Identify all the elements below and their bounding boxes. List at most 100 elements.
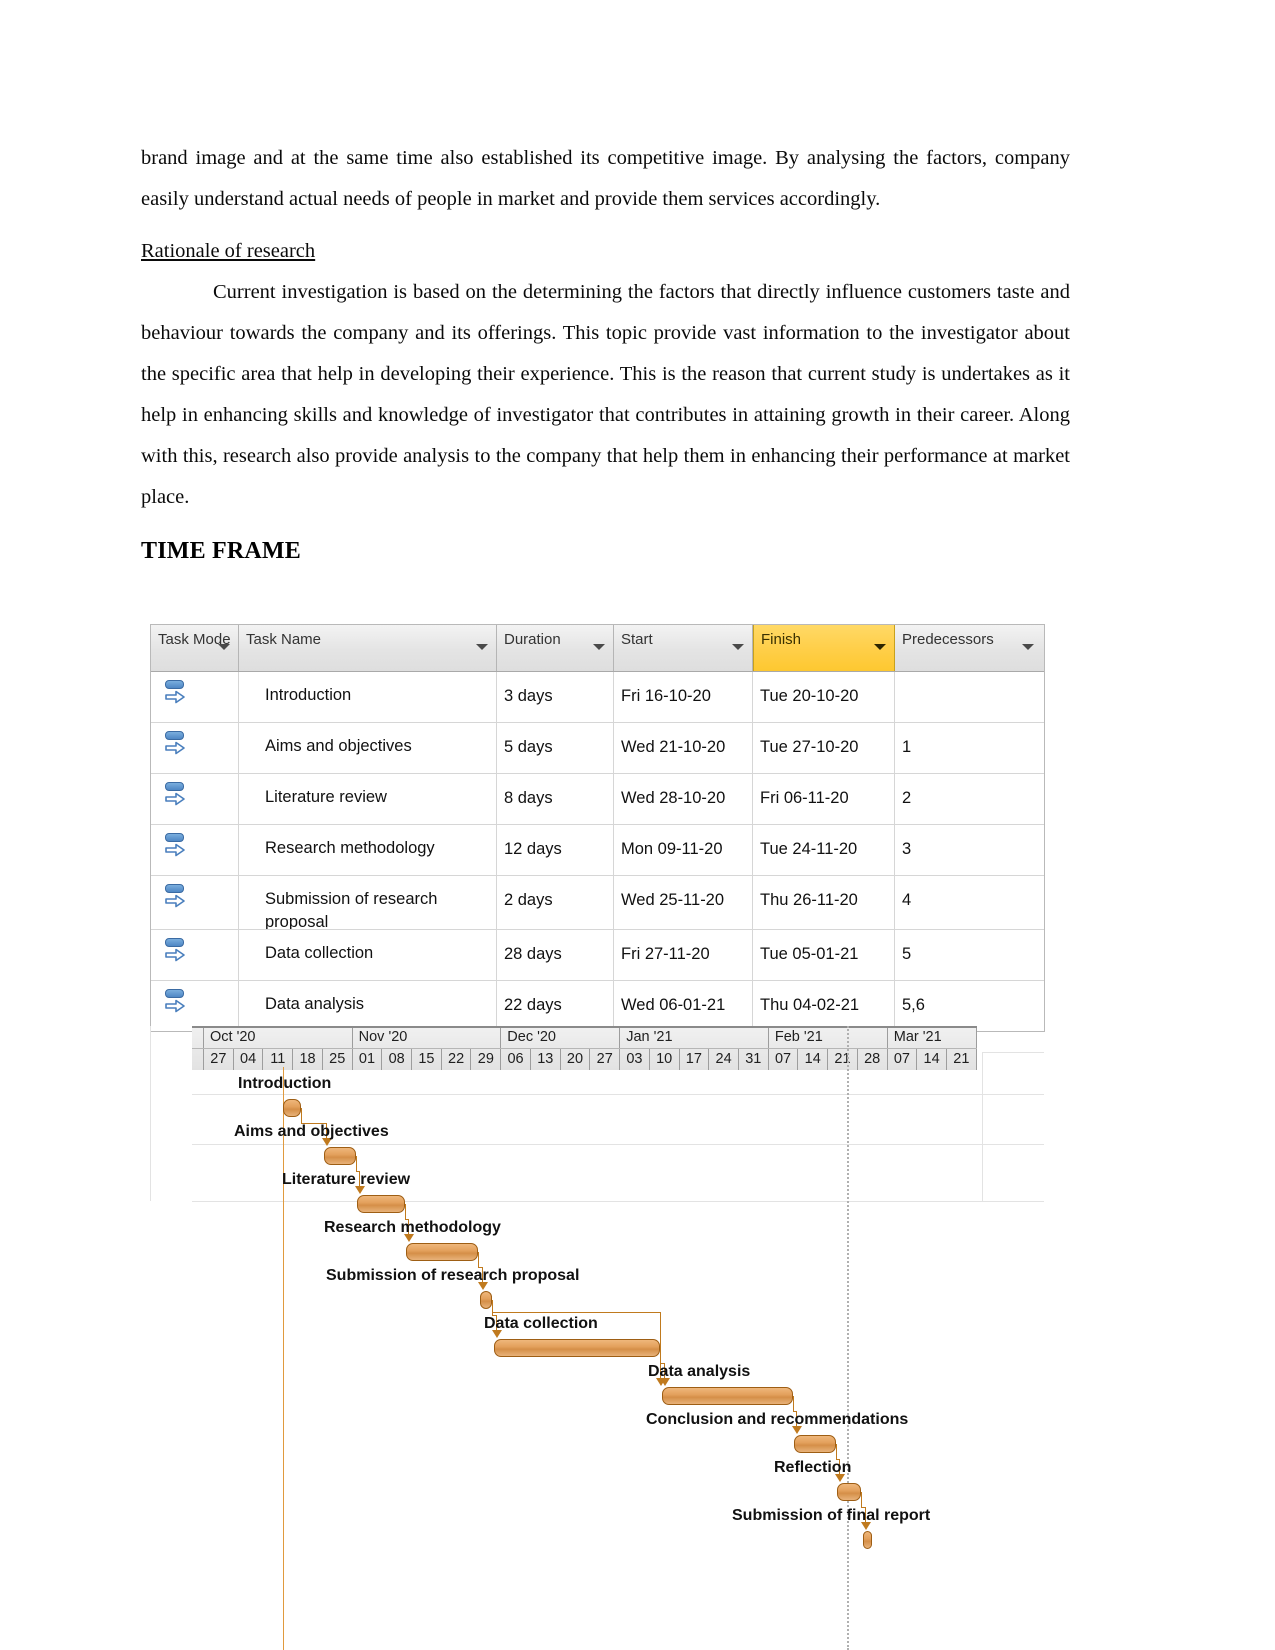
cell-duration[interactable]: 8 days [497, 774, 614, 824]
table-row[interactable]: Literature review 8 days Wed 28-10-20 Fri 0… [151, 774, 1044, 825]
gantt-status-line [283, 1067, 284, 1650]
heading-rationale-of-research: Rationale of research [141, 240, 316, 262]
auto-schedule-icon[interactable] [163, 938, 187, 964]
cell-predecessors[interactable]: 1 [895, 723, 1042, 773]
auto-schedule-icon[interactable] [163, 680, 187, 706]
cell-task-mode[interactable] [151, 672, 239, 722]
cell-duration[interactable]: 2 days [497, 876, 614, 929]
cell-start[interactable]: Fri 16-10-20 [614, 672, 753, 722]
gantt-bar-label: Introduction [238, 1075, 332, 1092]
cell-start[interactable]: Wed 28-10-20 [614, 774, 753, 824]
cell-finish[interactable]: Tue 05-01-21 [753, 930, 895, 980]
column-header-predecessors[interactable]: Predecessors [895, 625, 1042, 671]
cell-task-name[interactable]: Data analysis [239, 981, 497, 1031]
table-row[interactable]: Submission of research proposal 2 days Wed… [151, 876, 1044, 930]
cell-predecessors[interactable]: 4 [895, 876, 1042, 929]
schedule-bar-icon [165, 680, 184, 689]
cell-predecessors[interactable] [895, 672, 1042, 722]
timescale-month: Mar '21 [888, 1028, 977, 1048]
column-header-finish[interactable]: Finish [753, 625, 895, 671]
gantt-bar-label: Conclusion and recommendations [646, 1411, 909, 1428]
cell-start[interactable]: Wed 25-11-20 [614, 876, 753, 929]
gantt-bar[interactable] [479, 1291, 493, 1309]
auto-schedule-icon[interactable] [163, 989, 187, 1015]
gantt-bar[interactable] [282, 1099, 302, 1117]
gantt-bar[interactable] [794, 1435, 836, 1453]
gantt-bar-label: Data analysis [648, 1363, 751, 1380]
column-header-start[interactable]: Start [614, 625, 753, 671]
paragraph-rationale: Current investigation is based on the de… [141, 281, 1070, 508]
chevron-down-icon[interactable] [1022, 644, 1034, 650]
timescale-month: Jan '21 [620, 1028, 769, 1048]
grid-column-line [982, 1052, 983, 1201]
chevron-down-icon[interactable] [874, 644, 886, 650]
cell-duration[interactable]: 22 days [497, 981, 614, 1031]
gantt-link [301, 1108, 303, 1123]
cell-duration[interactable]: 5 days [497, 723, 614, 773]
cell-task-name[interactable]: Introduction [239, 672, 497, 722]
column-header-task-name[interactable]: Task Name [239, 625, 497, 671]
gantt-bar-label: Aims and objectives [234, 1123, 389, 1140]
cell-finish[interactable]: Tue 27-10-20 [753, 723, 895, 773]
gantt-bar-label: Submission of research proposal [326, 1267, 580, 1284]
timescale-month: Nov '20 [353, 1028, 502, 1048]
cell-task-mode[interactable] [151, 774, 239, 824]
gantt-bar-label: Submission of final report [732, 1507, 931, 1524]
cell-finish[interactable]: Fri 06-11-20 [753, 774, 895, 824]
grid-row-line [192, 1094, 1044, 1095]
cell-task-mode[interactable] [151, 981, 239, 1031]
cell-predecessors[interactable]: 2 [895, 774, 1042, 824]
cell-task-name[interactable]: Data collection [239, 930, 497, 980]
gantt-bar[interactable] [324, 1147, 356, 1165]
cell-start[interactable]: Fri 27-11-20 [614, 930, 753, 980]
cell-predecessors[interactable]: 5 [895, 930, 1042, 980]
cell-start[interactable]: Wed 21-10-20 [614, 723, 753, 773]
cell-finish[interactable]: Tue 24-11-20 [753, 825, 895, 875]
gantt-bar[interactable] [493, 1339, 661, 1357]
chevron-down-icon[interactable] [476, 644, 488, 650]
auto-schedule-icon[interactable] [163, 782, 187, 808]
chevron-down-icon[interactable] [218, 644, 230, 650]
cell-task-name[interactable]: Aims and objectives [239, 723, 497, 773]
gantt-bar[interactable] [862, 1531, 872, 1549]
chevron-down-icon[interactable] [732, 644, 744, 650]
auto-schedule-icon[interactable] [163, 833, 187, 859]
table-row[interactable]: Data collection 28 days Fri 27-11-20 Tue 05… [151, 930, 1044, 981]
cell-task-mode[interactable] [151, 876, 239, 929]
auto-schedule-icon[interactable] [163, 731, 187, 757]
paragraph-brand-image: brand image and at the same time also es… [141, 147, 1070, 210]
cell-start[interactable]: Wed 06-01-21 [614, 981, 753, 1031]
cell-finish[interactable]: Thu 26-11-20 [753, 876, 895, 929]
cell-task-name[interactable]: Literature review [239, 774, 497, 824]
auto-schedule-icon[interactable] [163, 884, 187, 910]
gantt-bar[interactable] [661, 1387, 793, 1405]
cell-finish[interactable]: Thu 04-02-21 [753, 981, 895, 1031]
cell-task-mode[interactable] [151, 825, 239, 875]
cell-task-mode[interactable] [151, 930, 239, 980]
cell-predecessors[interactable]: 5,6 [895, 981, 1042, 1031]
cell-task-name[interactable]: Submission of research proposal [239, 876, 497, 929]
gantt-bar[interactable] [837, 1483, 862, 1501]
chevron-down-icon[interactable] [593, 644, 605, 650]
cell-start[interactable]: Mon 09-11-20 [614, 825, 753, 875]
gantt-bar[interactable] [357, 1195, 405, 1213]
cell-task-mode[interactable] [151, 723, 239, 773]
column-header-finish-label: Finish [761, 631, 802, 648]
cell-duration[interactable]: 3 days [497, 672, 614, 722]
cell-duration[interactable]: 28 days [497, 930, 614, 980]
schedule-bar-icon [165, 938, 184, 947]
table-row[interactable]: Introduction 3 days Fri 16-10-20 Tue 20-10-… [151, 672, 1044, 723]
cell-finish[interactable]: Tue 20-10-20 [753, 672, 895, 722]
table-row[interactable]: Aims and objectives 5 days Wed 21-10-20 Tue… [151, 723, 1044, 774]
table-row[interactable]: Research methodology 12 days Mon 09-11-20 T… [151, 825, 1044, 876]
grid-row-line [192, 1201, 1044, 1202]
column-header-task-mode[interactable]: Task Mode [151, 625, 239, 671]
cell-task-name[interactable]: Research methodology [239, 825, 497, 875]
table-row[interactable]: Data analysis 22 days Wed 06-01-21 Thu 04-0… [151, 981, 1044, 1031]
cell-duration[interactable]: 12 days [497, 825, 614, 875]
timescale-month: Feb '21 [769, 1028, 888, 1048]
gantt-bar[interactable] [406, 1243, 478, 1261]
column-header-duration[interactable]: Duration [497, 625, 614, 671]
cell-predecessors[interactable]: 3 [895, 825, 1042, 875]
